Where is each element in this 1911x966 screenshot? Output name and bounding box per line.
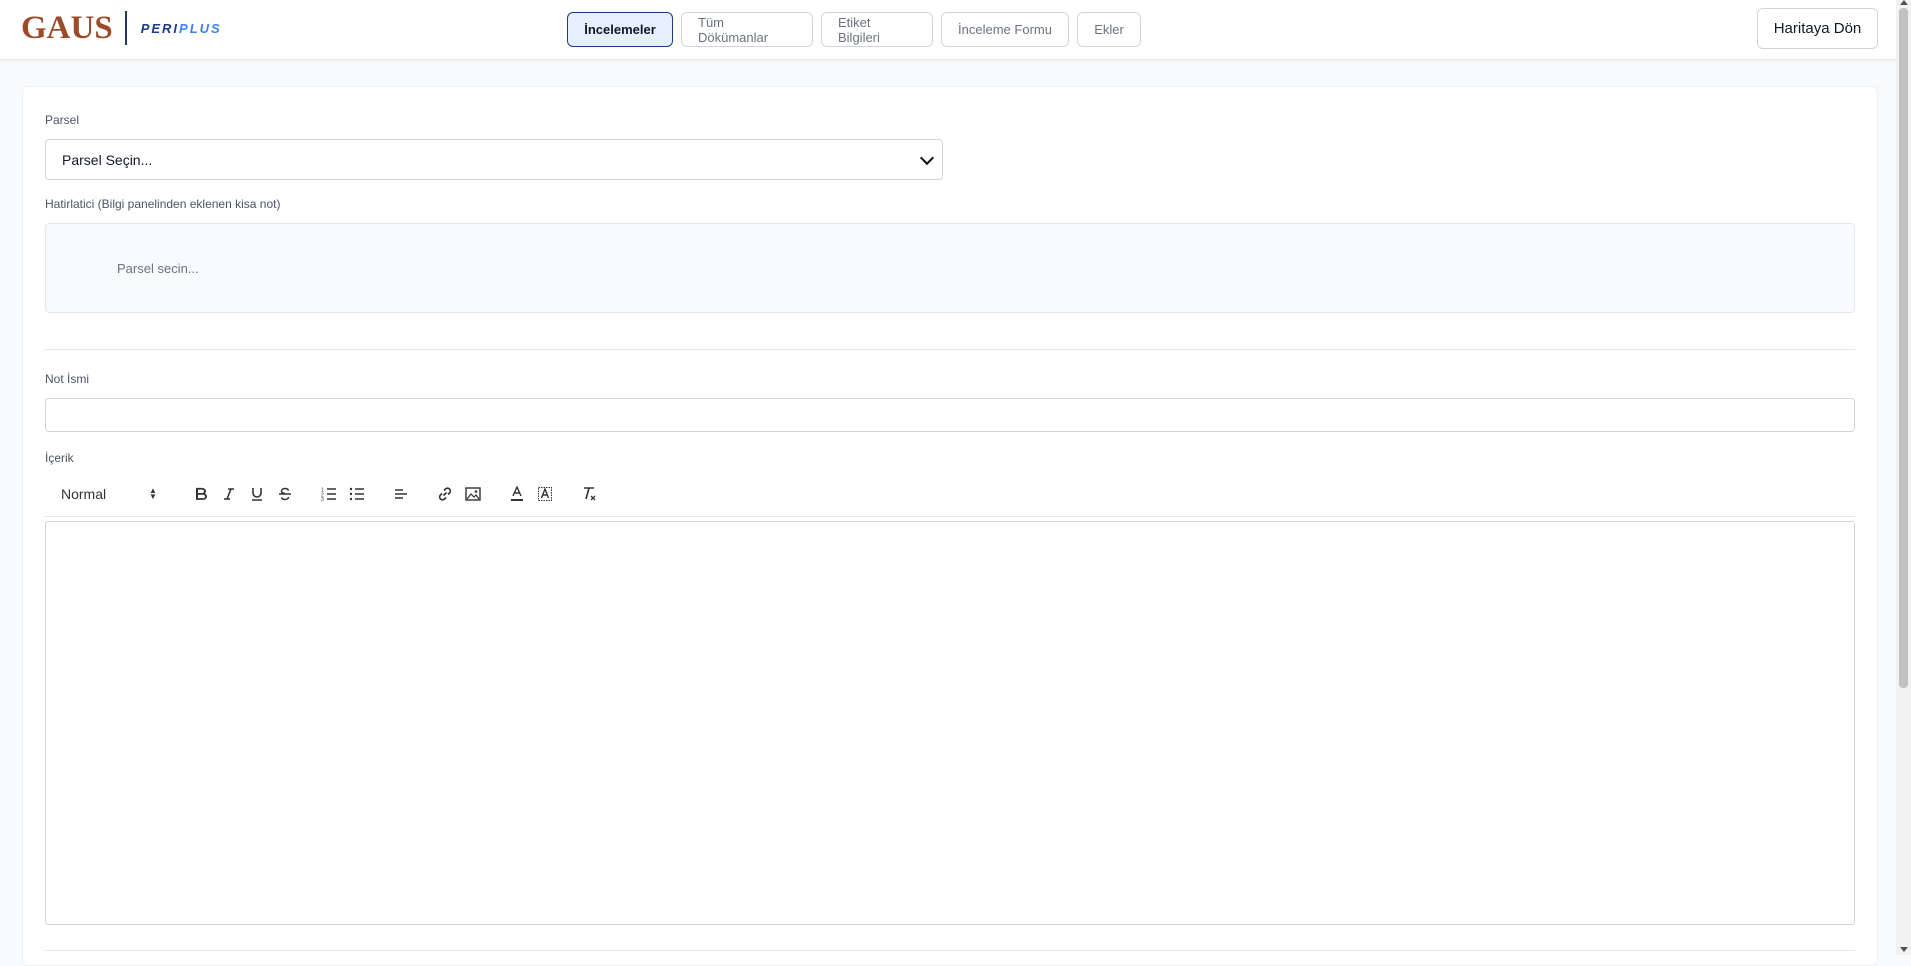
background-color-icon[interactable]: [535, 483, 555, 505]
note-name-label: Not İsmi: [45, 372, 90, 386]
strikethrough-icon[interactable]: [275, 483, 295, 505]
image-icon[interactable]: [463, 483, 483, 505]
page-scrollbar[interactable]: [1896, 0, 1911, 955]
format-select-arrows-icon: ▲ ▼: [149, 486, 157, 501]
align-icon[interactable]: [391, 483, 411, 505]
tab-tum-dokumanlar[interactable]: Tüm Dökümanlar: [681, 12, 813, 47]
section-divider: [45, 349, 1855, 350]
format-select-value: Normal: [61, 486, 107, 502]
clear-format-icon[interactable]: [579, 483, 599, 505]
parcel-select-value: Parsel Seçin...: [62, 151, 153, 168]
bullet-list-icon[interactable]: [347, 483, 367, 505]
bold-icon[interactable]: [191, 483, 211, 505]
underline-icon[interactable]: [247, 483, 267, 505]
scroll-up-arrow-icon[interactable]: [1900, 0, 1908, 5]
logo-plus-part: PLUS: [179, 20, 222, 36]
link-icon[interactable]: [435, 483, 455, 505]
logo-peri-part: PERI: [140, 20, 180, 36]
brand-logo[interactable]: GAUS PERIPLUS: [21, 8, 222, 48]
content-editor[interactable]: [45, 521, 1855, 925]
content-label: İçerik: [45, 451, 74, 465]
logo-separator: [124, 11, 127, 45]
reminder-label: Hatirlatici (Bilgi panelinden eklenen ki…: [45, 197, 281, 211]
main-tabs: İncelemeler Tüm Dökümanlar Etiket Bilgil…: [567, 12, 1141, 47]
parcel-label: Parsel: [45, 113, 80, 127]
scroll-down-arrow-icon[interactable]: [1900, 947, 1908, 952]
logo-periplus-text: PERIPLUS: [141, 21, 222, 36]
chevron-down-icon: [919, 150, 935, 166]
note-form-card: Parsel Parsel Seçin... Hatirlatici (Bilg…: [22, 86, 1878, 966]
ordered-list-icon[interactable]: 123: [319, 483, 339, 505]
svg-text:3: 3: [321, 497, 324, 501]
top-navbar: GAUS PERIPLUS İncelemeler Tüm Dökümanlar…: [0, 0, 1896, 60]
format-select[interactable]: Normal ▲ ▼: [61, 483, 157, 505]
logo-gaus-text: GAUS: [21, 9, 113, 46]
tab-ekler[interactable]: Ekler: [1077, 12, 1141, 47]
tab-incelemeler[interactable]: İncelemeler: [567, 12, 673, 47]
italic-icon[interactable]: [219, 483, 239, 505]
editor-toolbar: Normal ▲ ▼ 123: [45, 479, 1855, 517]
scrollbar-thumb[interactable]: [1899, 8, 1908, 688]
tab-etiket-bilgileri[interactable]: Etiket Bilgileri: [821, 12, 933, 47]
reminder-box: Parsel secin...: [45, 223, 1855, 313]
text-color-icon[interactable]: [507, 483, 527, 505]
note-name-input[interactable]: [45, 398, 1855, 432]
parcel-select[interactable]: Parsel Seçin...: [45, 139, 943, 180]
reminder-text: Parsel secin...: [117, 261, 199, 276]
bottom-divider: [45, 950, 1855, 951]
back-to-map-button[interactable]: Haritaya Dön: [1757, 8, 1878, 49]
tab-inceleme-formu[interactable]: İnceleme Formu: [941, 12, 1069, 47]
